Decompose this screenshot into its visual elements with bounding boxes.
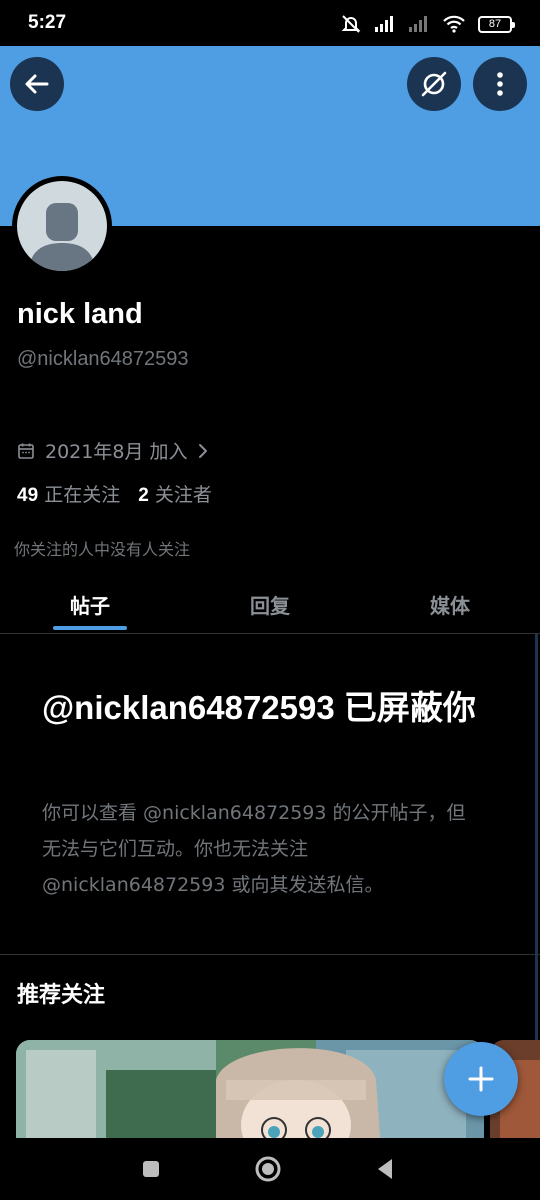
back-button[interactable] [10,57,64,111]
followers-label: 关注者 [154,484,212,506]
recent-apps-button[interactable] [134,1152,168,1186]
square-icon [143,1161,159,1177]
recommended-follow-title: 推荐关注 [17,983,106,1008]
recommended-user-card[interactable] [16,1040,484,1150]
system-back-button[interactable] [368,1152,402,1186]
follow-stats: 49 正在关注 2 关注者 [17,480,212,507]
join-date: 2021年8月 加入 [45,441,188,463]
grok-icon [421,71,447,97]
more-button[interactable] [473,57,527,111]
following-link[interactable]: 49 正在关注 [17,480,120,507]
signal-icon [375,16,393,32]
scroll-indicator [535,634,538,1064]
triangle-back-icon [378,1159,392,1179]
mute-icon [341,15,361,33]
more-vertical-icon [497,72,503,96]
signal-2-icon [409,16,427,32]
followers-link[interactable]: 2 关注者 [138,480,212,507]
following-count: 49 [17,485,39,506]
default-avatar-icon [17,181,107,271]
tab-replies[interactable]: 回复 [180,580,360,633]
compose-button[interactable] [444,1042,518,1116]
followers-count: 2 [138,485,149,506]
plus-icon [468,1066,494,1092]
home-circle-icon [255,1156,281,1182]
chevron-right-icon [199,443,208,458]
status-bar: 5:27 87 [0,0,540,46]
blocked-title: @nicklan64872593 已屏蔽你 [42,689,476,726]
join-date-row[interactable]: 2021年8月 加入 [17,437,209,464]
recommended-user-banner-image [16,1040,484,1150]
home-button[interactable] [251,1152,285,1186]
user-handle: @nicklan64872593 [17,348,189,370]
section-divider [0,954,540,955]
followers-you-know-note: 你关注的人中没有人关注 [14,540,191,559]
following-label: 正在关注 [44,484,121,506]
battery-indicator: 87 [478,15,515,33]
grok-button[interactable] [407,57,461,111]
status-icons: 87 [340,12,515,36]
tab-media[interactable]: 媒体 [360,580,540,633]
avatar[interactable] [12,176,112,276]
system-nav-bar [0,1138,540,1200]
wifi-icon [443,15,465,33]
display-name: nick land [17,298,143,330]
arrow-left-icon [25,74,49,94]
calendar-icon [18,443,34,459]
status-time: 5:27 [28,12,67,33]
active-tab-indicator [53,626,127,630]
blocked-description: 你可以查看 @nicklan64872593 的公开帖子，但无法与它们互动。你也… [42,802,466,896]
